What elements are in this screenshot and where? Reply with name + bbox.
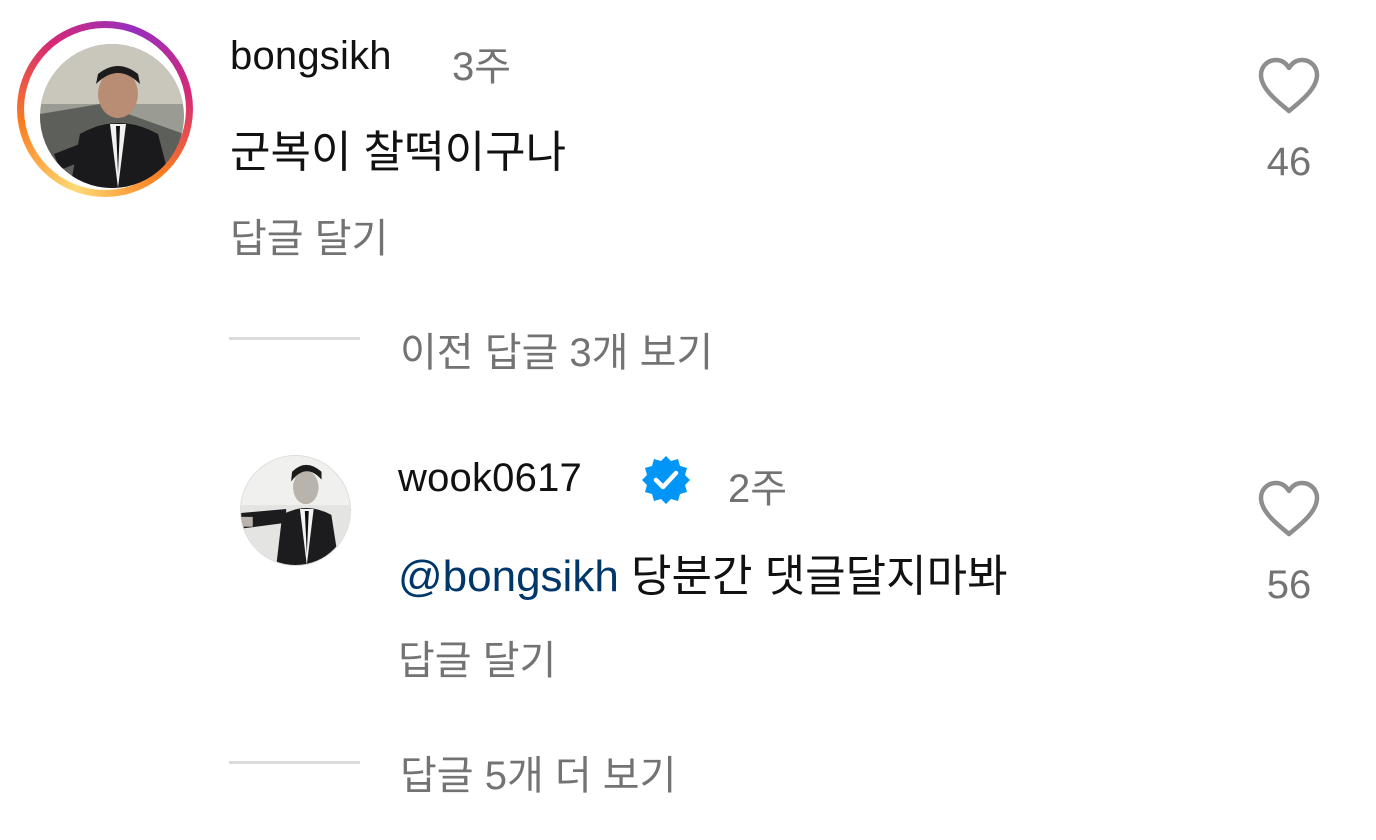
thread-divider (229, 337, 360, 340)
heart-outline-icon[interactable] (1257, 480, 1321, 538)
story-ring-inner (24, 28, 186, 190)
avatar-photo (241, 456, 350, 565)
reply-body: 당분간 댓글달지마봐 (631, 552, 1008, 601)
comment-text: 군복이 찰떡이구나 (230, 128, 567, 177)
view-previous-replies-button[interactable]: 이전 답글 3개 보기 (400, 320, 713, 378)
reply-username[interactable]: wook0617 (398, 456, 582, 501)
story-ring[interactable] (17, 21, 193, 197)
reply-avatar[interactable] (240, 455, 351, 566)
avatar-photo (40, 44, 184, 188)
comment-timestamp: 3주 (452, 45, 512, 89)
mention-link[interactable]: @bongsikh (398, 552, 619, 601)
heart-outline-icon[interactable] (1257, 57, 1321, 115)
like-count: 56 (1266, 563, 1312, 607)
avatar[interactable] (40, 44, 184, 188)
view-more-replies-button[interactable]: 답글 5개 더 보기 (400, 743, 676, 801)
thread-divider (229, 761, 360, 764)
reply-text: @bongsikh 당분간 댓글달지마봐 (398, 540, 1008, 604)
reply-button[interactable]: 답글 달기 (230, 206, 388, 264)
like-count: 46 (1266, 140, 1312, 184)
comment-username[interactable]: bongsikh (230, 34, 392, 79)
verified-badge-icon (642, 456, 690, 504)
reply-timestamp: 2주 (728, 467, 788, 511)
reply-button[interactable]: 답글 달기 (398, 628, 556, 686)
